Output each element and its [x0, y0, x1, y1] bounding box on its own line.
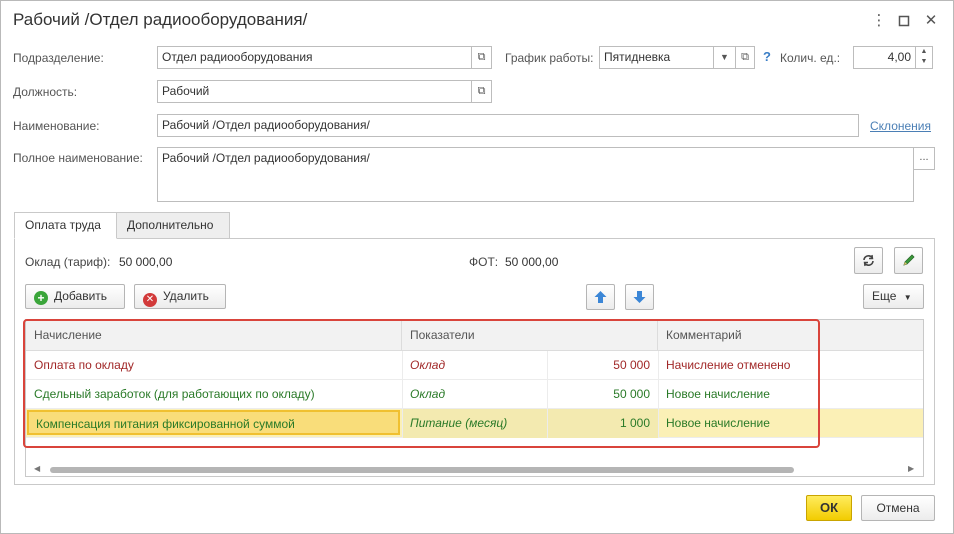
move-up-button[interactable] [586, 284, 615, 310]
more-button-label: Еще [872, 289, 897, 303]
tab-panel-payment: Оклад (тариф): 50 000,00 ФОТ: 50 000,00 … [14, 238, 935, 485]
refresh-button[interactable] [854, 247, 883, 274]
accrual-cell[interactable]: Компенсация питания фиксированной суммой [27, 410, 400, 435]
dialog-window: Рабочий /Отдел радиооборудования/ ⋮ ✕ По… [0, 0, 954, 534]
department-open-icon[interactable]: ⧉ [472, 46, 492, 69]
value-cell: 1 000 [547, 409, 658, 438]
name-field[interactable]: Рабочий /Отдел радиооборудования/ [157, 114, 859, 137]
department-label: Подразделение: [13, 51, 104, 65]
units-label: Колич. ед.: [780, 51, 841, 65]
full-name-label: Полное наименование: [13, 151, 143, 165]
help-icon[interactable]: ? [763, 49, 771, 64]
salary-label: Оклад (тариф): [25, 255, 111, 269]
more-vertical-icon[interactable]: ⋮ [869, 11, 889, 31]
column-divider [547, 351, 548, 438]
column-divider [658, 351, 659, 438]
accrual-cell: Сдельный заработок (для работающих по ок… [26, 380, 402, 409]
more-button[interactable]: Еще ▼ [863, 284, 924, 309]
schedule-open-icon[interactable]: ⧉ [735, 46, 755, 69]
ok-button[interactable]: ОК [806, 495, 852, 521]
fot-label: ФОТ: [469, 255, 499, 269]
salary-value: 50 000,00 [119, 255, 173, 269]
comment-cell: Новое начисление [666, 387, 770, 401]
indicator-cell: Оклад [410, 387, 446, 401]
arrow-down-icon [633, 291, 646, 303]
delete-button[interactable]: ✕ Удалить [134, 284, 226, 309]
department-field[interactable]: Отдел радиооборудования [157, 46, 472, 69]
delete-button-label: Удалить [163, 289, 209, 303]
position-label: Должность: [13, 85, 78, 99]
comment-cell: Новое начисление [666, 416, 770, 430]
window-title: Рабочий /Отдел радиооборудования/ [13, 10, 308, 29]
position-open-icon[interactable]: ⧉ [472, 80, 492, 103]
chevron-down-icon: ▼ [903, 293, 912, 302]
comment-cell: Начисление отменено [666, 358, 791, 372]
schedule-field[interactable]: Пятидневка [599, 46, 714, 69]
maximize-icon[interactable] [894, 11, 914, 31]
units-spinner[interactable]: ▲ ▼ [916, 46, 933, 69]
horizontal-scrollbar[interactable]: ◀ ▶ [26, 463, 923, 476]
delete-icon: ✕ [143, 293, 157, 307]
schedule-label: График работы: [505, 51, 594, 65]
fot-value: 50 000,00 [505, 255, 559, 269]
declension-link[interactable]: Склонения [870, 119, 931, 133]
indicator-cell: Оклад [410, 358, 446, 372]
value-cell: 50 000 [613, 387, 650, 401]
plus-icon: + [34, 291, 48, 305]
close-icon[interactable]: ✕ [921, 11, 941, 31]
accrual-text: Оплата по окладу [34, 358, 134, 372]
pencil-icon [903, 254, 915, 266]
table-row-selected[interactable]: Компенсация питания фиксированной суммой… [26, 409, 923, 438]
edit-button[interactable] [894, 247, 923, 274]
scroll-left-icon[interactable]: ◀ [34, 464, 40, 473]
arrow-up-icon [594, 291, 607, 303]
tab-payment[interactable]: Оплата труда [14, 212, 117, 239]
column-divider [402, 351, 403, 438]
add-button-label: Добавить [54, 289, 108, 303]
value-cell: 50 000 [613, 358, 650, 372]
scroll-right-icon[interactable]: ▶ [908, 464, 914, 473]
column-header-accrual[interactable]: Начисление [26, 320, 402, 351]
accruals-table: Начисление Показатели Комментарий Оплата… [25, 319, 924, 477]
table-row[interactable]: Оплата по окладу Оклад 50 000 Начисление… [26, 351, 923, 380]
schedule-dropdown-icon[interactable]: ▼ [714, 46, 736, 69]
full-name-ellipsis-button[interactable]: ... [914, 147, 935, 170]
units-field[interactable]: 4,00 [853, 46, 916, 69]
accrual-cell: Оплата по окладу [26, 351, 402, 380]
refresh-icon [863, 254, 874, 267]
add-button[interactable]: + Добавить [25, 284, 125, 309]
table-row[interactable]: Сдельный заработок (для работающих по ок… [26, 380, 923, 409]
accrual-text: Сдельный заработок (для работающих по ок… [34, 387, 315, 401]
position-field[interactable]: Рабочий [157, 80, 472, 103]
maximize-icon-shape [898, 15, 910, 27]
column-header-comment[interactable]: Комментарий [658, 320, 923, 351]
move-down-button[interactable] [625, 284, 654, 310]
scrollbar-thumb[interactable] [50, 467, 794, 473]
indicator-cell: Питание (месяц) [402, 409, 547, 438]
name-label: Наименование: [13, 119, 100, 133]
cancel-button[interactable]: Отмена [861, 495, 935, 521]
column-header-indicators[interactable]: Показатели [402, 320, 658, 351]
full-name-field[interactable]: Рабочий /Отдел радиооборудования/ [157, 147, 914, 202]
tab-additional[interactable]: Дополнительно [116, 212, 230, 239]
